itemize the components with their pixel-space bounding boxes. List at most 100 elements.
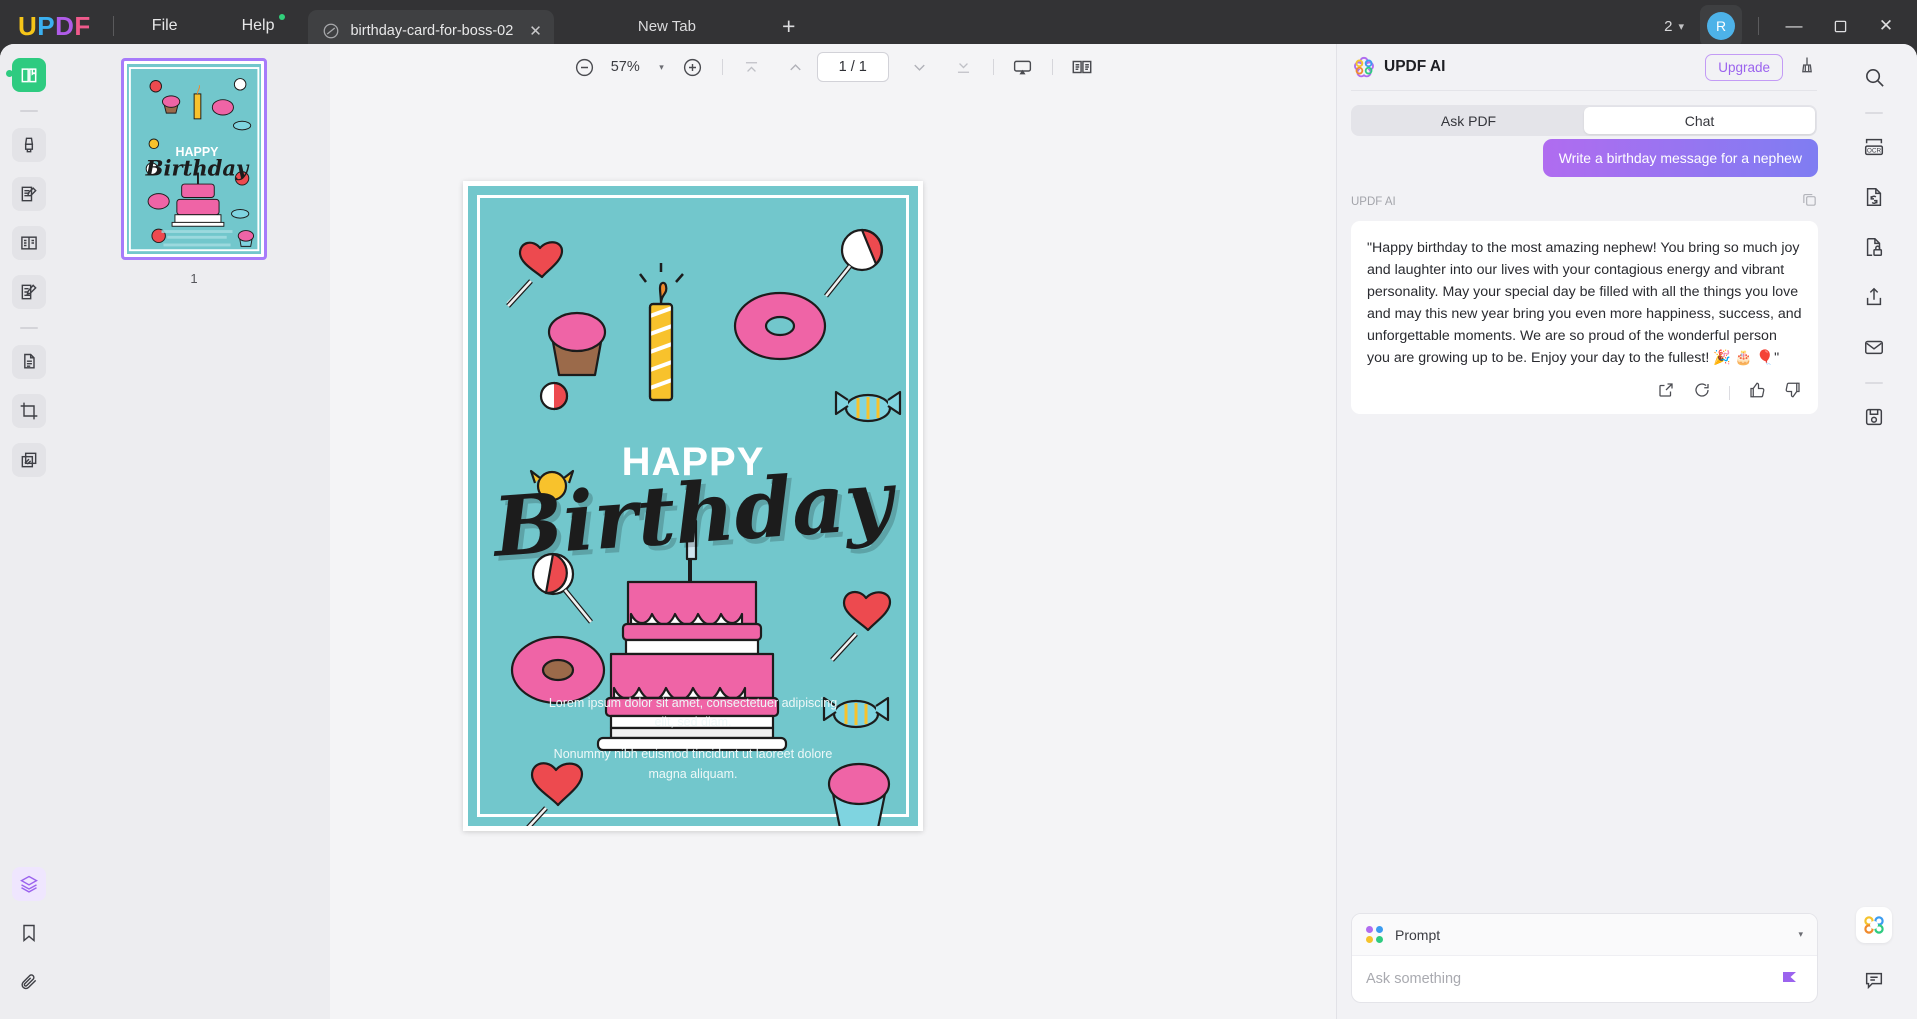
presentation-mode-button[interactable] (1008, 52, 1038, 82)
avatar-button[interactable]: R (1700, 5, 1742, 47)
sidebar-item-layers[interactable] (12, 867, 46, 901)
sidebar-item-annotate[interactable] (12, 275, 46, 309)
next-page-button[interactable] (905, 52, 935, 82)
sidebar-item-reader[interactable] (12, 58, 46, 92)
prompt-chevron-down-icon[interactable]: ▾ (1798, 929, 1803, 940)
previous-page-button[interactable] (781, 52, 811, 82)
reader-icon (21, 68, 37, 83)
logo-letter-p: P (37, 10, 56, 41)
edit-pdf-icon (21, 186, 37, 202)
feedback-button[interactable] (1857, 963, 1891, 997)
card-paragraph-1: Lorem ipsum dolor sit amet, consectetuer… (548, 695, 838, 729)
avatar: R (1707, 12, 1735, 40)
titlebar-divider (112, 16, 114, 36)
updf-ai-icon (1864, 916, 1884, 934)
right-toolbar-bottom (1831, 907, 1917, 997)
document-toolbar: 57% ▾ 1 / 1 (330, 44, 1336, 90)
add-tab-button[interactable]: + (782, 14, 795, 38)
last-page-button[interactable] (949, 52, 979, 82)
ask-input[interactable] (1366, 971, 1779, 987)
dual-page-view-button[interactable] (1067, 52, 1097, 82)
insert-to-document-icon[interactable] (1657, 381, 1675, 404)
tab-ask-pdf[interactable]: Ask PDF (1353, 107, 1584, 134)
page-layout-icon (21, 236, 37, 250)
copy-icon[interactable] (1801, 191, 1818, 213)
window-controls-divider (1758, 17, 1759, 35)
tab-chat[interactable]: Chat (1584, 107, 1815, 134)
document-area: 57% ▾ 1 / 1 HAPPY Birthday Lorem ipsum d… (330, 44, 1336, 1019)
layers-icon (20, 875, 38, 893)
sidebar-item-attachment[interactable] (12, 965, 46, 999)
prompt-selector[interactable]: Prompt ▾ (1352, 914, 1817, 956)
zoom-out-icon (575, 58, 593, 76)
thumbs-up-icon[interactable] (1748, 381, 1766, 404)
card-body-text: Lorem ipsum dolor sit amet, consectetuer… (543, 694, 843, 785)
document-canvas[interactable]: HAPPY Birthday Lorem ipsum dolor sit ame… (330, 90, 1336, 1019)
send-glyph (1783, 971, 1796, 982)
clear-chat-icon[interactable] (1797, 55, 1817, 80)
updf-ai-button[interactable] (1856, 907, 1892, 943)
pdf-page-1[interactable]: HAPPY Birthday Lorem ipsum dolor sit ame… (463, 181, 923, 831)
close-tab-icon[interactable]: ✕ (529, 24, 542, 39)
thumbs-down-icon[interactable] (1784, 381, 1802, 404)
next-page-icon (914, 64, 925, 71)
regenerate-icon[interactable] (1693, 381, 1711, 404)
svg-text:Birthday: Birthday (145, 155, 250, 180)
zoom-in-button[interactable] (678, 52, 708, 82)
actions-divider (1729, 385, 1730, 400)
prompt-label: Prompt (1395, 926, 1441, 943)
search-icon (1865, 68, 1884, 87)
menu-file[interactable]: File (136, 11, 194, 41)
thumbnail-preview: HAPPY Birthday (127, 64, 261, 254)
sidebar-item-bookmark[interactable] (12, 916, 46, 950)
prompt-dots-icon (1366, 926, 1383, 943)
ai-mode-tabs: Ask PDF Chat (1351, 105, 1817, 136)
sidebar-item-batch[interactable] (12, 443, 46, 477)
send-icon[interactable] (1779, 965, 1803, 994)
sidebar-item-highlighter[interactable] (12, 128, 46, 162)
ask-row (1352, 956, 1817, 1002)
batch-icon (21, 452, 37, 468)
protect-pdf-icon (1866, 238, 1883, 256)
right-rail-separator-1 (1865, 112, 1883, 114)
document-tab-title: birthday-card-for-boss-02 (350, 23, 514, 39)
logo-letter-d: D (55, 10, 75, 41)
new-tab-label[interactable]: New Tab (638, 18, 696, 35)
menu-help[interactable]: Help (226, 11, 291, 41)
prompt-box: Prompt ▾ (1351, 913, 1818, 1003)
save-as-button[interactable] (1857, 400, 1891, 434)
ocr-button[interactable]: OCR (1857, 130, 1891, 164)
sidebar-item-edit-pdf[interactable] (12, 177, 46, 211)
last-page-icon (958, 62, 970, 73)
toolbar-separator-2 (992, 59, 994, 75)
first-page-button[interactable] (737, 52, 767, 82)
page-indicator[interactable]: 1 / 1 (816, 52, 889, 82)
thumbnail-page-1[interactable]: HAPPY Birthday (121, 58, 267, 260)
search-button[interactable] (1857, 60, 1891, 94)
zoom-level[interactable]: 57% (599, 59, 651, 75)
thumbnail-panel: HAPPY Birthday 1 (58, 44, 330, 1019)
export-glyph (1659, 383, 1673, 397)
logo-letter-u: U (18, 10, 38, 41)
sidebar-item-crop[interactable] (12, 394, 46, 428)
zoom-chevron-down-icon[interactable]: ▾ (659, 62, 664, 73)
account-chevron-down-icon[interactable]: ▾ (1678, 20, 1684, 33)
share-icon (1866, 287, 1882, 306)
protect-pdf-button[interactable] (1857, 230, 1891, 264)
email-button[interactable] (1857, 330, 1891, 364)
sidebar-item-organize-pages[interactable] (12, 345, 46, 379)
logo-letter-f: F (74, 10, 91, 41)
rail-separator-1 (20, 110, 38, 112)
assistant-message-text: "Happy birthday to the most amazing neph… (1367, 240, 1802, 367)
zoom-out-button[interactable] (569, 52, 599, 82)
account-count: 2 (1664, 17, 1673, 35)
svg-text:OCR: OCR (1867, 148, 1882, 155)
sidebar-item-page-layout[interactable] (12, 226, 46, 260)
share-button[interactable] (1857, 280, 1891, 314)
bookmark-icon (23, 924, 35, 943)
convert-pdf-button[interactable] (1857, 180, 1891, 214)
assistant-message-actions (1367, 381, 1802, 404)
thumbnail-card-art: HAPPY Birthday (128, 67, 260, 252)
menu-help-label: Help (241, 17, 275, 34)
upgrade-button[interactable]: Upgrade (1705, 53, 1783, 81)
